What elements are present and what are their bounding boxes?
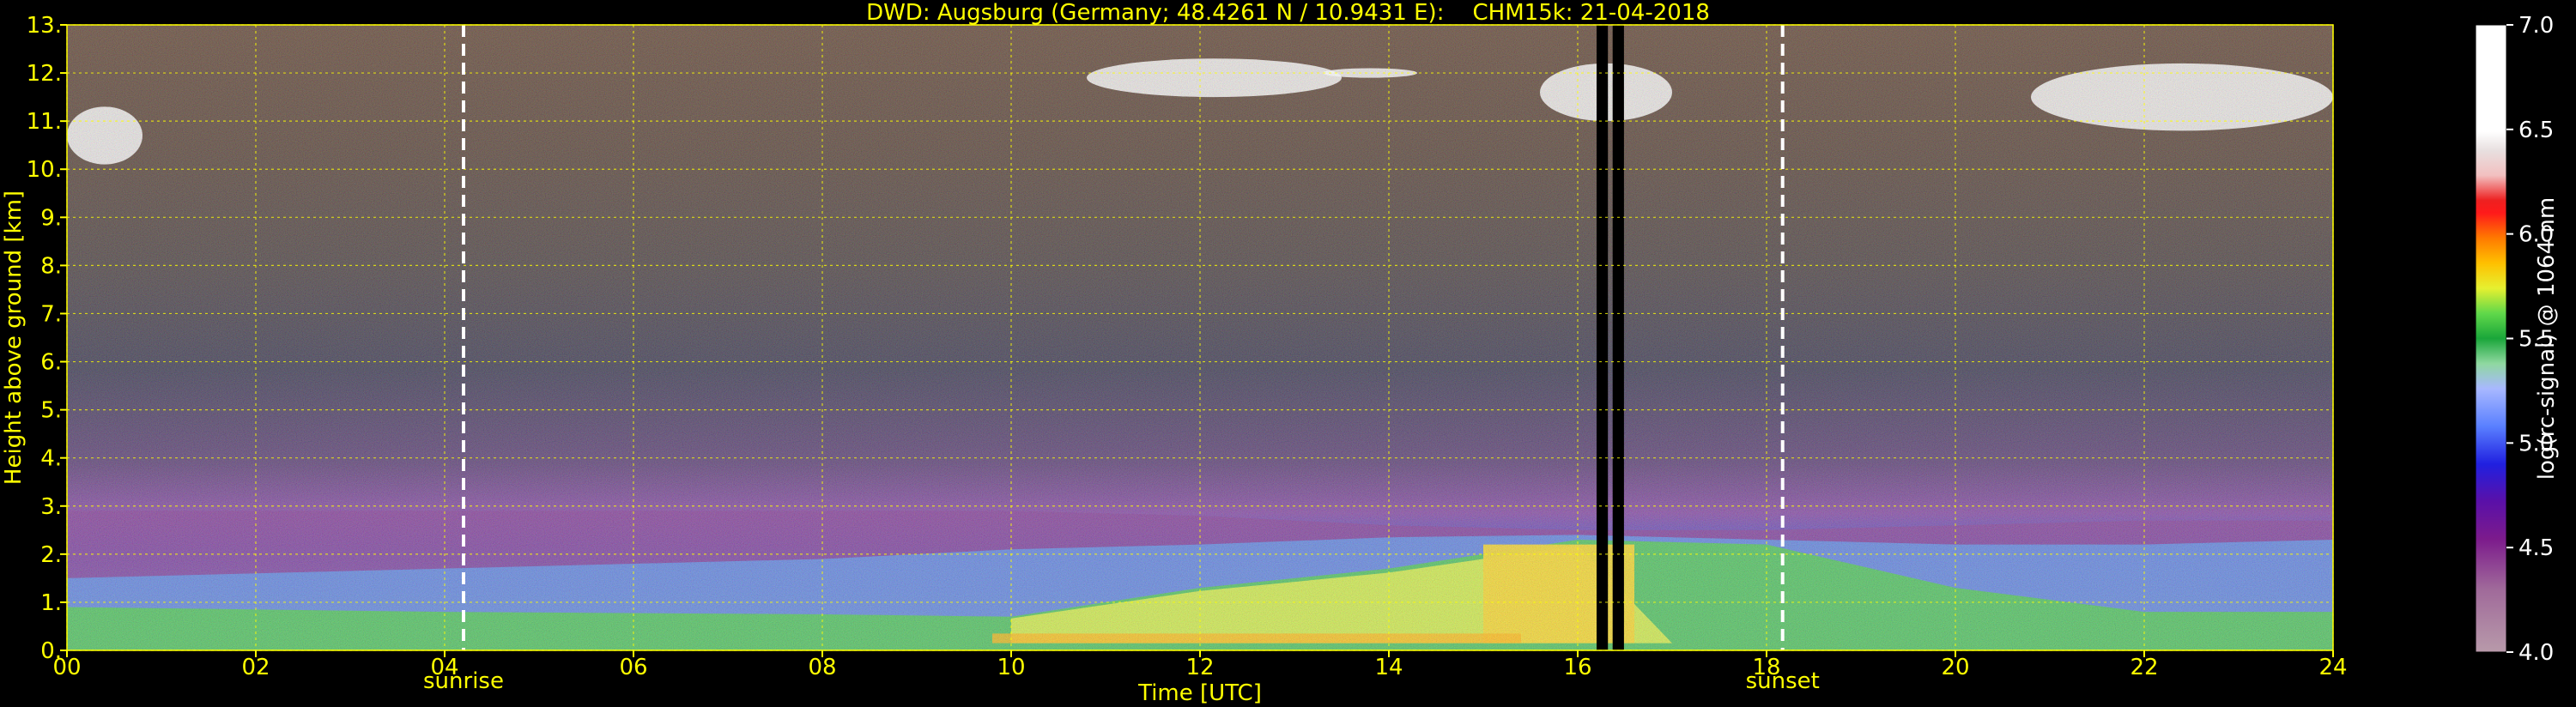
data-gap-0 [1597, 25, 1609, 650]
colorbar-tick-label: 6.5 [2518, 118, 2554, 143]
x-tick-label: 18 [1752, 655, 1780, 680]
colorbar-tick-label: 4.5 [2518, 535, 2554, 561]
x-tick-label: 14 [1374, 655, 1403, 680]
y-tick-label: 3. [40, 494, 62, 520]
colorbar-gradient [2475, 24, 2507, 653]
y-tick-label: 5. [40, 398, 62, 424]
x-tick-label: 02 [241, 655, 270, 680]
y-tick-label: 10. [27, 157, 62, 183]
y-tick-label: 7. [40, 301, 62, 327]
data-gap-1 [1612, 25, 1624, 650]
y-tick-label: 11. [27, 109, 62, 135]
y-tick-label: 4. [40, 446, 62, 472]
x-tick-label: 24 [2318, 655, 2347, 680]
x-tick-label: 20 [1941, 655, 1969, 680]
y-tick-label: 8. [40, 253, 62, 279]
x-tick-label: 12 [1185, 655, 1214, 680]
y-tick-label: 0. [40, 638, 62, 664]
x-tick-label: 10 [997, 655, 1025, 680]
y-tick-label: 12. [27, 61, 62, 87]
x-tick-label: 16 [1563, 655, 1591, 680]
x-axis-label: Time [UTC] [1137, 680, 1262, 706]
x-tick-label: 08 [808, 655, 836, 680]
y-tick-label: 1. [40, 590, 62, 616]
x-tick-label: 04 [430, 655, 458, 680]
x-tick-label: 06 [619, 655, 647, 680]
colorbar-tick-label: 4.0 [2518, 640, 2554, 666]
chart-title: DWD: Augsburg (Germany; 48.4261 N / 10.9… [866, 0, 1710, 26]
ceilometer-chart: sunrise sunset 00 02 04 06 08 10 12 14 16 18 20 22 24… [1, 13, 2560, 706]
y-tick-label: 2. [40, 542, 62, 568]
colorbar-label: log(rc-signal) @ 1064 nm [2534, 197, 2560, 480]
y-tick-label: 6. [40, 350, 62, 376]
y-axis-label: Height above ground [km] [1, 190, 27, 485]
y-tick-label: 9. [40, 205, 62, 231]
x-tick-label: 22 [2130, 655, 2158, 680]
